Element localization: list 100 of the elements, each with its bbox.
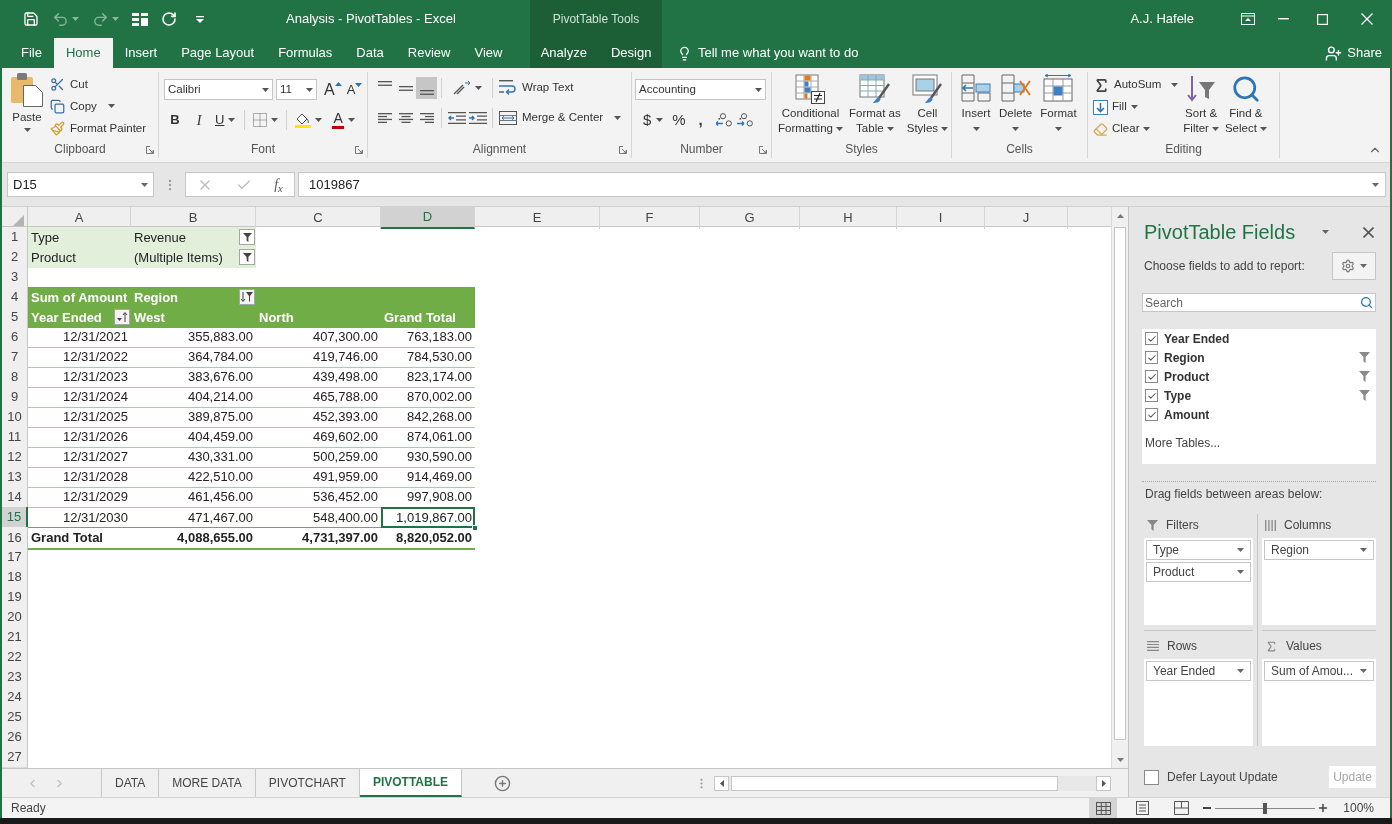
customize-button[interactable]	[196, 15, 204, 23]
ribbon-tab[interactable]: File	[9, 38, 54, 68]
row-header[interactable]: 20	[2, 607, 28, 628]
comma-button[interactable]: ,	[695, 108, 706, 132]
row-header[interactable]: 24	[2, 687, 28, 708]
row-header[interactable]: 6	[2, 327, 28, 348]
column-header[interactable]: G	[700, 207, 800, 229]
row-header[interactable]: 26	[2, 727, 28, 748]
area-field-item[interactable]: Type	[1146, 540, 1251, 560]
fill-handle-icon[interactable]	[472, 524, 478, 531]
refresh-button[interactable]	[161, 11, 177, 27]
sheet-tab[interactable]: PIVOTTABLE	[359, 769, 463, 797]
percent-button[interactable]: %	[672, 108, 686, 132]
scrollbar-thumb[interactable]	[1114, 227, 1126, 740]
ribbon-tab[interactable]: Data	[344, 38, 396, 68]
ribbon-tab[interactable]: View	[462, 38, 515, 68]
ribbon-tab[interactable]: Page Layout	[169, 38, 267, 68]
conditional-formatting-button[interactable]: Conditional Formatting	[776, 74, 845, 140]
insert-cells-button[interactable]: Insert	[960, 74, 992, 140]
more-tables-link[interactable]: More Tables...	[1145, 434, 1221, 452]
currency-button[interactable]: $	[643, 108, 664, 132]
ribbon-tab[interactable]: Home	[53, 38, 113, 68]
field-name[interactable]: Type	[1164, 386, 1192, 405]
font-color-button[interactable]: A	[330, 109, 357, 131]
row-header[interactable]: 21	[2, 627, 28, 648]
checkbox[interactable]	[1145, 351, 1158, 364]
zoom-slider[interactable]	[1215, 802, 1316, 814]
sort-filter-button[interactable]	[239, 289, 255, 306]
ribbon-tab[interactable]: Review	[395, 38, 463, 68]
fill-button[interactable]: Fill	[1093, 96, 1179, 118]
settings-button[interactable]	[1332, 252, 1376, 280]
new-sheet-button[interactable]	[494, 774, 512, 792]
row-header[interactable]: 2	[2, 247, 28, 268]
ribbon-tab[interactable]: Insert	[112, 38, 170, 68]
row-header[interactable]: 23	[2, 667, 28, 688]
merge-center-button[interactable]: Merge & Center	[497, 107, 624, 129]
form-button[interactable]	[132, 12, 148, 26]
share-button[interactable]: Share	[1325, 43, 1382, 63]
filter-button[interactable]	[239, 249, 255, 266]
slider-thumb[interactable]	[1263, 802, 1268, 814]
delete-cells-button[interactable]: Delete	[998, 74, 1034, 140]
row-header[interactable]: 13	[2, 467, 28, 488]
row-header[interactable]: 12	[2, 447, 28, 468]
row-header[interactable]: 14	[2, 487, 28, 508]
ribbon-tab[interactable]: Formulas	[266, 38, 345, 68]
increase-decimal-button[interactable]	[715, 113, 732, 127]
column-header[interactable]: E	[475, 207, 600, 229]
checkbox[interactable]	[1145, 332, 1158, 345]
horizontal-scrollbar[interactable]	[714, 775, 1111, 791]
paste-button[interactable]: Paste	[8, 73, 46, 140]
search-field[interactable]: Search	[1142, 293, 1376, 312]
clear-button[interactable]: Clear	[1093, 118, 1179, 140]
name-box[interactable]: D15	[7, 172, 154, 197]
area-field-item[interactable]: Year Ended	[1146, 661, 1251, 681]
column-header[interactable]: H	[800, 207, 897, 229]
checkbox[interactable]	[1145, 389, 1158, 402]
dialog-launcher-icon[interactable]	[146, 146, 154, 154]
column-header[interactable]: J	[985, 207, 1068, 229]
scroll-left-button[interactable]	[714, 775, 729, 791]
find-select-button[interactable]: Find & Select	[1223, 74, 1268, 140]
underline-button[interactable]: U	[212, 109, 239, 131]
area-field-item[interactable]: Sum of Amou...	[1264, 661, 1374, 681]
row-header[interactable]: 18	[2, 567, 28, 588]
italic-button[interactable]: I	[188, 109, 210, 131]
cut-button[interactable]: Cut	[50, 73, 147, 96]
dialog-launcher-icon[interactable]	[619, 146, 627, 154]
row-header[interactable]: 17	[2, 547, 28, 568]
row-header[interactable]: 27	[2, 747, 28, 768]
format-cells-button[interactable]: Format	[1039, 74, 1078, 140]
format-painter-button[interactable]: Format Painter	[50, 117, 147, 140]
bold-button[interactable]: B	[164, 109, 186, 131]
vertical-align-button[interactable]	[416, 77, 437, 99]
field-name[interactable]: Product	[1164, 367, 1210, 386]
font-name-field[interactable]: Calibri	[164, 79, 273, 100]
column-header[interactable]: F	[600, 207, 700, 229]
scrollbar-thumb[interactable]	[731, 775, 1058, 791]
shrink-font-button[interactable]: A	[345, 79, 364, 100]
row-header[interactable]: 16	[2, 527, 28, 550]
insert-function-button[interactable]: f$_{x}$	[274, 174, 283, 195]
checkbox[interactable]	[1144, 769, 1159, 785]
field-name[interactable]: Amount	[1164, 405, 1210, 424]
autosum-button[interactable]: AutoSum	[1093, 74, 1179, 96]
row-header[interactable]: 10	[2, 407, 28, 428]
tell-me-box[interactable]: Tell me what you want to do	[698, 43, 859, 63]
row-header[interactable]: 1	[2, 227, 28, 248]
normal-view-button[interactable]	[1089, 798, 1118, 818]
sort-button[interactable]	[114, 309, 130, 326]
decrease-decimal-button[interactable]	[736, 113, 753, 127]
scroll-right-button[interactable]	[1096, 775, 1111, 791]
row-header[interactable]: 7	[2, 347, 28, 368]
format-as-table-button[interactable]: Format as Table	[846, 74, 903, 140]
column-header[interactable]: I	[897, 207, 985, 229]
defer-label[interactable]: Defer Layout Update	[1167, 768, 1278, 786]
row-header[interactable]: 8	[2, 367, 28, 388]
save-button[interactable]	[23, 11, 39, 27]
filter-button[interactable]	[239, 229, 255, 246]
area-field-item[interactable]: Product	[1146, 562, 1251, 582]
checkbox[interactable]	[1145, 408, 1158, 421]
dialog-launcher-icon[interactable]	[759, 146, 767, 154]
row-header[interactable]: 19	[2, 587, 28, 608]
